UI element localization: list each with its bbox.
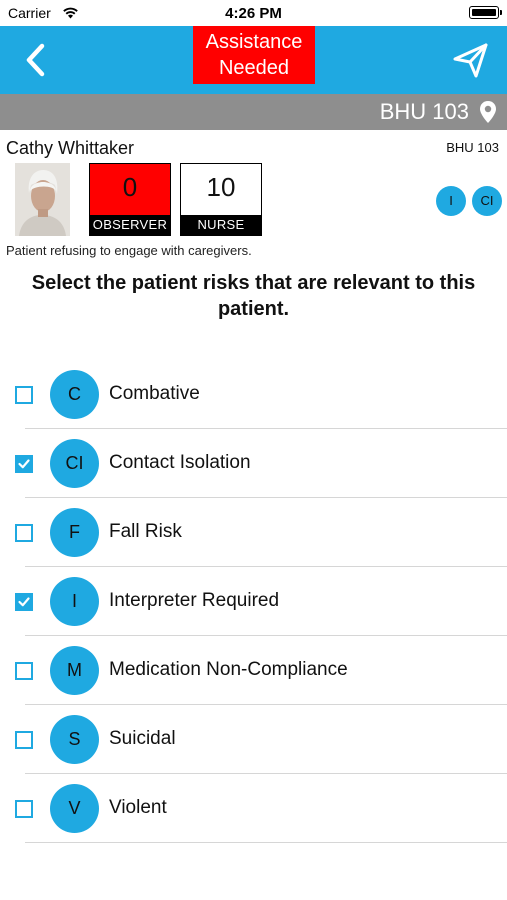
observer-counter[interactable]: 0 OBSERVER (89, 163, 171, 236)
risk-code-badge: CI (50, 439, 99, 488)
risk-label: Interpreter Required (109, 590, 280, 611)
risk-row-contact-isolation[interactable]: CI Contact Isolation (0, 429, 507, 498)
risk-label: Violent (109, 797, 167, 818)
patient-photo (15, 163, 70, 236)
risk-code-badge: C (50, 370, 99, 419)
active-risk-badge: CI (472, 186, 502, 216)
nurse-count: 10 (206, 172, 236, 202)
assistance-label-line2: Needed (218, 57, 290, 79)
clock-label: 4:26 PM (225, 5, 282, 22)
risk-checkbox[interactable] (15, 662, 33, 680)
risk-row-medication-non-compliance[interactable]: M Medication Non-Compliance (0, 636, 507, 705)
risk-checkbox[interactable] (15, 455, 33, 473)
send-button[interactable] (451, 40, 491, 80)
risk-row-interpreter-required[interactable]: I Interpreter Required (0, 567, 507, 636)
risk-label: Suicidal (109, 728, 176, 749)
risk-checkbox[interactable] (15, 386, 33, 404)
status-bar: Carrier 4:26 PM (0, 0, 507, 26)
nav-bar: Assistance Needed (0, 26, 507, 94)
risk-row-violent[interactable]: V Violent (0, 774, 507, 843)
risk-list: C Combative CI Contact Isolation F Fall … (0, 360, 507, 843)
row-divider (25, 842, 507, 843)
patient-name: Cathy Whittaker (6, 138, 135, 158)
assistance-label-line1: Assistance (205, 31, 303, 53)
patient-note: Patient refusing to engage with caregive… (6, 243, 252, 258)
nurse-label: NURSE (181, 215, 261, 235)
risk-checkbox[interactable] (15, 731, 33, 749)
observer-count: 0 (122, 172, 138, 202)
risk-label: Medication Non-Compliance (109, 659, 348, 680)
location-pin-icon (479, 100, 497, 129)
observer-label: OBSERVER (90, 215, 170, 235)
location-room: BHU 103 (379, 99, 469, 124)
risk-row-suicidal[interactable]: S Suicidal (0, 705, 507, 774)
checkmark-icon (18, 597, 30, 607)
paper-plane-icon (453, 43, 488, 78)
risk-code-badge: V (50, 784, 99, 833)
risk-row-fall-risk[interactable]: F Fall Risk (0, 498, 507, 567)
risk-prompt: Select the patient risks that are releva… (31, 272, 476, 320)
assistance-needed-button[interactable]: Assistance Needed (193, 26, 315, 84)
risk-code-badge: S (50, 715, 99, 764)
risk-code-badge: I (50, 577, 99, 626)
risk-label: Fall Risk (109, 521, 182, 542)
battery-icon (469, 6, 502, 19)
risk-row-combative[interactable]: C Combative (0, 360, 507, 429)
risk-label: Combative (109, 383, 200, 404)
risk-label: Contact Isolation (109, 452, 251, 473)
active-risk-badge: I (436, 186, 466, 216)
back-button[interactable] (18, 40, 58, 80)
location-bar: BHU 103 (0, 94, 507, 130)
risk-code-badge: M (50, 646, 99, 695)
chevron-left-icon (26, 43, 45, 77)
risk-checkbox[interactable] (15, 800, 33, 818)
patient-room: BHU 103 (446, 140, 499, 155)
nurse-counter[interactable]: 10 NURSE (180, 163, 262, 236)
risk-checkbox[interactable] (15, 524, 33, 542)
checkmark-icon (18, 459, 30, 469)
risk-checkbox[interactable] (15, 593, 33, 611)
risk-code-badge: F (50, 508, 99, 557)
